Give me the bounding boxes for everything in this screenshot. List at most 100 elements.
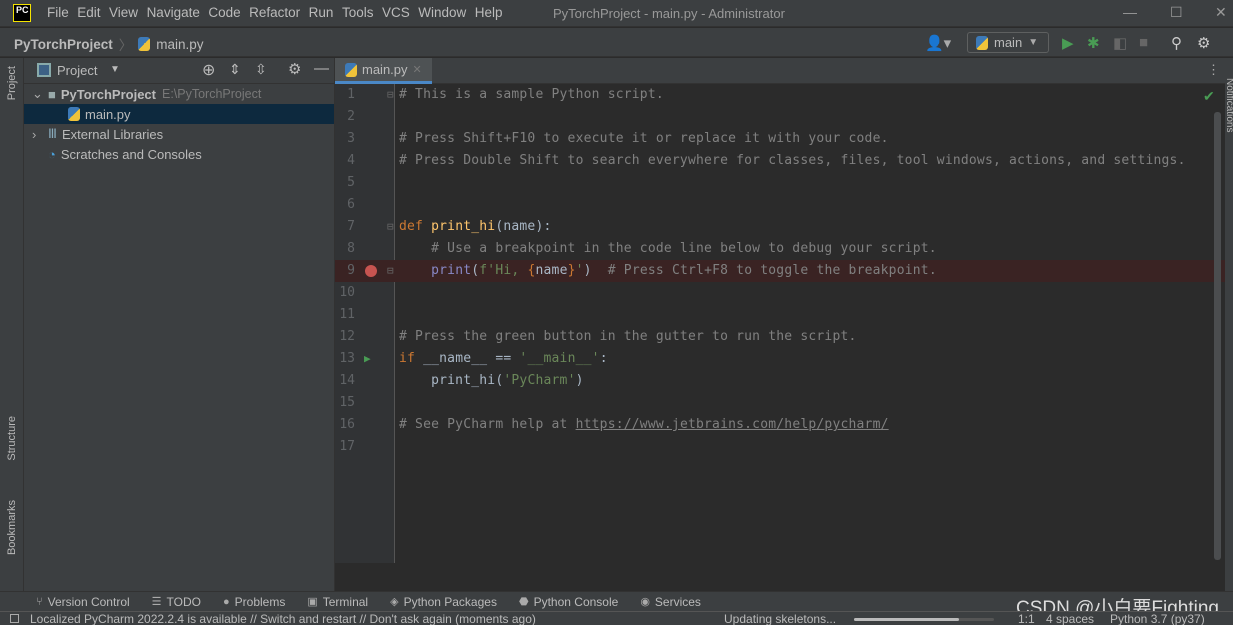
help-link[interactable]: https://www.jetbrains.com/help/pycharm/ <box>576 417 889 432</box>
code-area[interactable]: 1 ⊟ # This is a sample Python script. 2 3 # P… <box>335 84 1225 563</box>
code-token: __name__ == <box>423 351 520 366</box>
code-token: 'PyCharm' <box>503 373 576 388</box>
tool-tab-problems[interactable]: Problems <box>235 595 286 609</box>
title-bar: PC File Edit View Navigate Code Refactor Run To… <box>0 0 1233 27</box>
locate-icon[interactable]: ⊕ <box>202 60 215 80</box>
project-tool-tab[interactable]: Project <box>6 66 18 100</box>
structure-tool-tab[interactable]: Structure <box>6 416 18 461</box>
tool-tab-python-console[interactable]: Python Console <box>534 595 619 609</box>
fold-icon[interactable]: ⊟ <box>387 260 394 282</box>
line-number: 13 <box>339 351 355 366</box>
code-line[interactable]: 13 ▶ if __name__ == '__main__': <box>335 348 1225 370</box>
inspection-ok-icon[interactable]: ✔ <box>1203 88 1215 105</box>
indent-setting[interactable]: 4 spaces <box>1046 612 1094 625</box>
code-line[interactable]: 5 <box>335 172 1225 194</box>
breadcrumb-file[interactable]: main.py <box>156 37 203 52</box>
breakpoint-icon[interactable] <box>365 265 377 277</box>
tree-item[interactable]: ⌄ ■ PyTorchProject E:\PyTorchProject <box>24 84 334 104</box>
chevron-down-icon[interactable]: ▼ <box>110 64 120 75</box>
menu-help[interactable]: Help <box>475 5 503 20</box>
stop-icon[interactable]: ■ <box>1139 34 1148 51</box>
python-console-icon: ⬣ <box>518 596 529 608</box>
tool-tab-version-control[interactable]: Version Control <box>48 595 130 609</box>
code-line[interactable]: 16 # See PyCharm help at https://www.jetb… <box>335 414 1225 436</box>
tool-tab-services[interactable]: Services <box>655 595 701 609</box>
hide-icon[interactable]: — <box>314 60 329 77</box>
code-line[interactable]: 9 ⊟ print(f'Hi, {name}') # Press Ctrl+F8 … <box>335 260 1225 282</box>
tree-item[interactable]: main.py <box>24 104 334 124</box>
tool-tab-todo[interactable]: TODO <box>167 595 201 609</box>
more-options-icon[interactable]: ⋮ <box>1207 62 1220 78</box>
close-button[interactable]: ✕ <box>1215 4 1227 21</box>
gear-icon[interactable]: ⚙ <box>1197 34 1210 52</box>
menu-code[interactable]: Code <box>208 5 240 20</box>
menu-file[interactable]: File <box>47 5 69 20</box>
fold-icon[interactable]: ⊟ <box>387 84 394 106</box>
code-line[interactable]: 14 print_hi('PyCharm') <box>335 370 1225 392</box>
tree-item-path: E:\PyTorchProject <box>161 87 262 101</box>
menu-vcs[interactable]: VCS <box>382 5 410 20</box>
fold-icon[interactable]: ⊟ <box>387 216 394 238</box>
search-icon[interactable]: ⚲ <box>1171 34 1182 52</box>
code-line[interactable]: 2 <box>335 106 1225 128</box>
status-message[interactable]: Localized PyCharm 2022.2.4 is available … <box>30 612 536 625</box>
code-token: # This is a sample Python script. <box>399 87 664 102</box>
python-file-icon <box>138 37 151 51</box>
tree-item[interactable]: › Ⅲ External Libraries <box>24 124 334 144</box>
interpreter-selector[interactable]: Python 3.7 (py37) <box>1110 612 1205 625</box>
menu-refactor[interactable]: Refactor <box>249 5 300 20</box>
run-icon[interactable]: ▶ <box>1062 34 1074 52</box>
minimize-button[interactable]: — <box>1123 4 1137 20</box>
run-config-selector[interactable]: main ▼ <box>967 32 1049 53</box>
code-line[interactable]: 10 <box>335 282 1225 304</box>
maximize-button[interactable]: ☐ <box>1170 4 1183 21</box>
caret-position[interactable]: 1:1 <box>1018 612 1035 625</box>
tool-tab-terminal[interactable]: Terminal <box>323 595 368 609</box>
code-line[interactable]: 6 <box>335 194 1225 216</box>
line-number: 16 <box>339 417 355 432</box>
problems-icon: ● <box>222 595 230 608</box>
debug-icon[interactable]: ✱ <box>1087 34 1100 52</box>
tree-item[interactable]: ◔ Scratches and Consoles <box>24 144 334 164</box>
menu-edit[interactable]: Edit <box>77 5 100 20</box>
breadcrumb: PyTorchProject 〉 main.py <box>14 36 204 54</box>
scrollbar[interactable] <box>1214 112 1221 560</box>
breadcrumb-project[interactable]: PyTorchProject <box>14 37 113 52</box>
python-file-icon <box>68 107 80 121</box>
coverage-icon[interactable]: ◧ <box>1113 34 1127 52</box>
code-line[interactable]: 4 # Press Double Shift to search everywhe… <box>335 150 1225 172</box>
tool-tab-python-packages[interactable]: Python Packages <box>404 595 497 609</box>
chevron-icon[interactable]: ⌄ <box>32 86 48 102</box>
gear-icon[interactable]: ⚙ <box>288 60 301 78</box>
bookmarks-tool-tab[interactable]: Bookmarks <box>6 500 18 555</box>
run-gutter-icon[interactable]: ▶ <box>364 348 371 370</box>
code-line[interactable]: 15 <box>335 392 1225 414</box>
menu-tools[interactable]: Tools <box>342 5 374 20</box>
menu-run[interactable]: Run <box>309 5 334 20</box>
background-task[interactable]: Updating skeletons... <box>724 612 836 625</box>
chevron-icon[interactable]: › <box>32 127 48 142</box>
project-view-selector[interactable]: Project <box>57 63 97 78</box>
status-toggle-icon[interactable] <box>10 614 19 623</box>
code-line[interactable]: 8 # Use a breakpoint in the code line be… <box>335 238 1225 260</box>
code-line[interactable]: 12 # Press the green button in the gutter… <box>335 326 1225 348</box>
navigation-bar: PyTorchProject 〉 main.py 👤▾ main ▼ ▶ ✱ ◧… <box>0 28 1233 57</box>
close-tab-icon[interactable]: ✕ <box>413 63 422 76</box>
tab-main-py[interactable]: main.py ✕ <box>335 58 432 84</box>
expand-all-icon[interactable]: ⇕ <box>229 61 241 78</box>
editor[interactable]: main.py ✕ ⋮ 1 ⊟ # This is a sample Python … <box>335 58 1225 563</box>
menu-view[interactable]: View <box>109 5 138 20</box>
collapse-all-icon[interactable]: ⇳ <box>255 61 267 78</box>
code-line[interactable]: 17 <box>335 436 1225 458</box>
menu-window[interactable]: Window <box>418 5 466 20</box>
user-icon[interactable]: 👤▾ <box>925 34 951 52</box>
code-token: name <box>535 263 568 278</box>
notifications-tool-tab[interactable]: Notifications <box>1224 78 1233 132</box>
code-line[interactable]: 1 ⊟ # This is a sample Python script. <box>335 84 1225 106</box>
line-number: 6 <box>347 197 355 212</box>
code-line[interactable]: 11 <box>335 304 1225 326</box>
code-line[interactable]: 7 ⊟ def print_hi(name): <box>335 216 1225 238</box>
tree-item-label: External Libraries <box>61 126 164 142</box>
code-line[interactable]: 3 # Press Shift+F10 to execute it or repl… <box>335 128 1225 150</box>
menu-navigate[interactable]: Navigate <box>147 5 200 20</box>
